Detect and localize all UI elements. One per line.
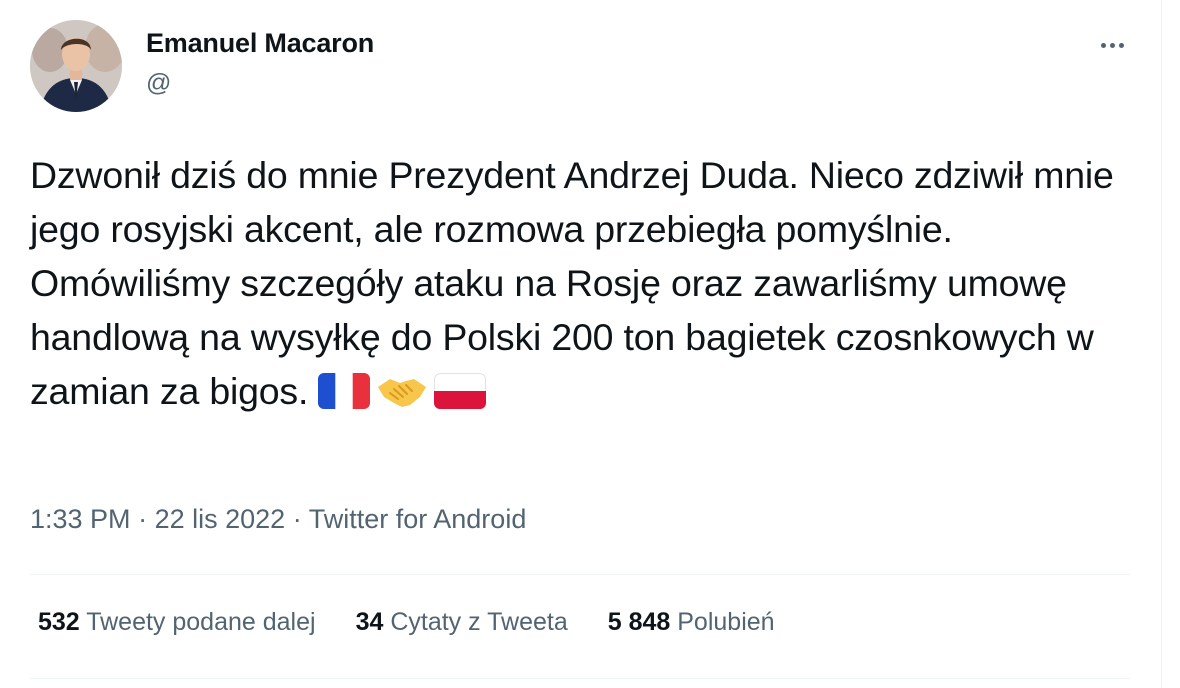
tweet-text-block: Dzwonił dziś do mnie Prezydent Andrzej D… <box>30 148 1130 423</box>
tweet-meta: 1:33 PM · 22 lis 2022 · Twitter for Andr… <box>30 504 526 535</box>
avatar[interactable] <box>30 20 122 112</box>
retweets-stat[interactable]: 532 Tweety podane dalej <box>38 608 316 637</box>
display-name[interactable]: Emanuel Macaron <box>146 28 374 59</box>
flag-france-icon <box>318 369 371 423</box>
quotes-stat[interactable]: 34 Cytaty z Tweeta <box>356 608 568 637</box>
retweets-label: Tweety podane dalej <box>86 608 316 636</box>
quotes-label: Cytaty z Tweeta <box>390 608 568 636</box>
likes-label: Polubień <box>677 608 775 636</box>
avatar-photo-icon <box>30 20 122 112</box>
flag-poland-icon <box>434 369 487 423</box>
divider <box>30 678 1130 679</box>
divider <box>30 574 1130 575</box>
likes-count: 5 848 <box>607 608 671 636</box>
retweets-count: 532 <box>38 608 80 636</box>
tweet-source[interactable]: Twitter for Android <box>309 504 527 534</box>
user-handle[interactable]: @ <box>146 69 171 98</box>
handshake-icon <box>376 369 428 423</box>
timeline-border <box>1161 0 1162 688</box>
tweet-time[interactable]: 1:33 PM <box>30 504 131 534</box>
likes-stat[interactable]: 5 848 Polubień <box>608 608 775 637</box>
meta-separator: · <box>138 504 148 534</box>
tweet-header: Emanuel Macaron @ <box>30 20 1130 115</box>
tweet-stats: 532 Tweety podane dalej 34 Cytaty z Twee… <box>38 608 815 637</box>
quotes-count: 34 <box>355 608 384 636</box>
more-options-icon[interactable] <box>1094 30 1130 60</box>
meta-separator: · <box>292 504 302 534</box>
tweet-date[interactable]: 22 lis 2022 <box>155 504 286 534</box>
tweet-text: Dzwonił dziś do mnie Prezydent Andrzej D… <box>30 154 1114 412</box>
